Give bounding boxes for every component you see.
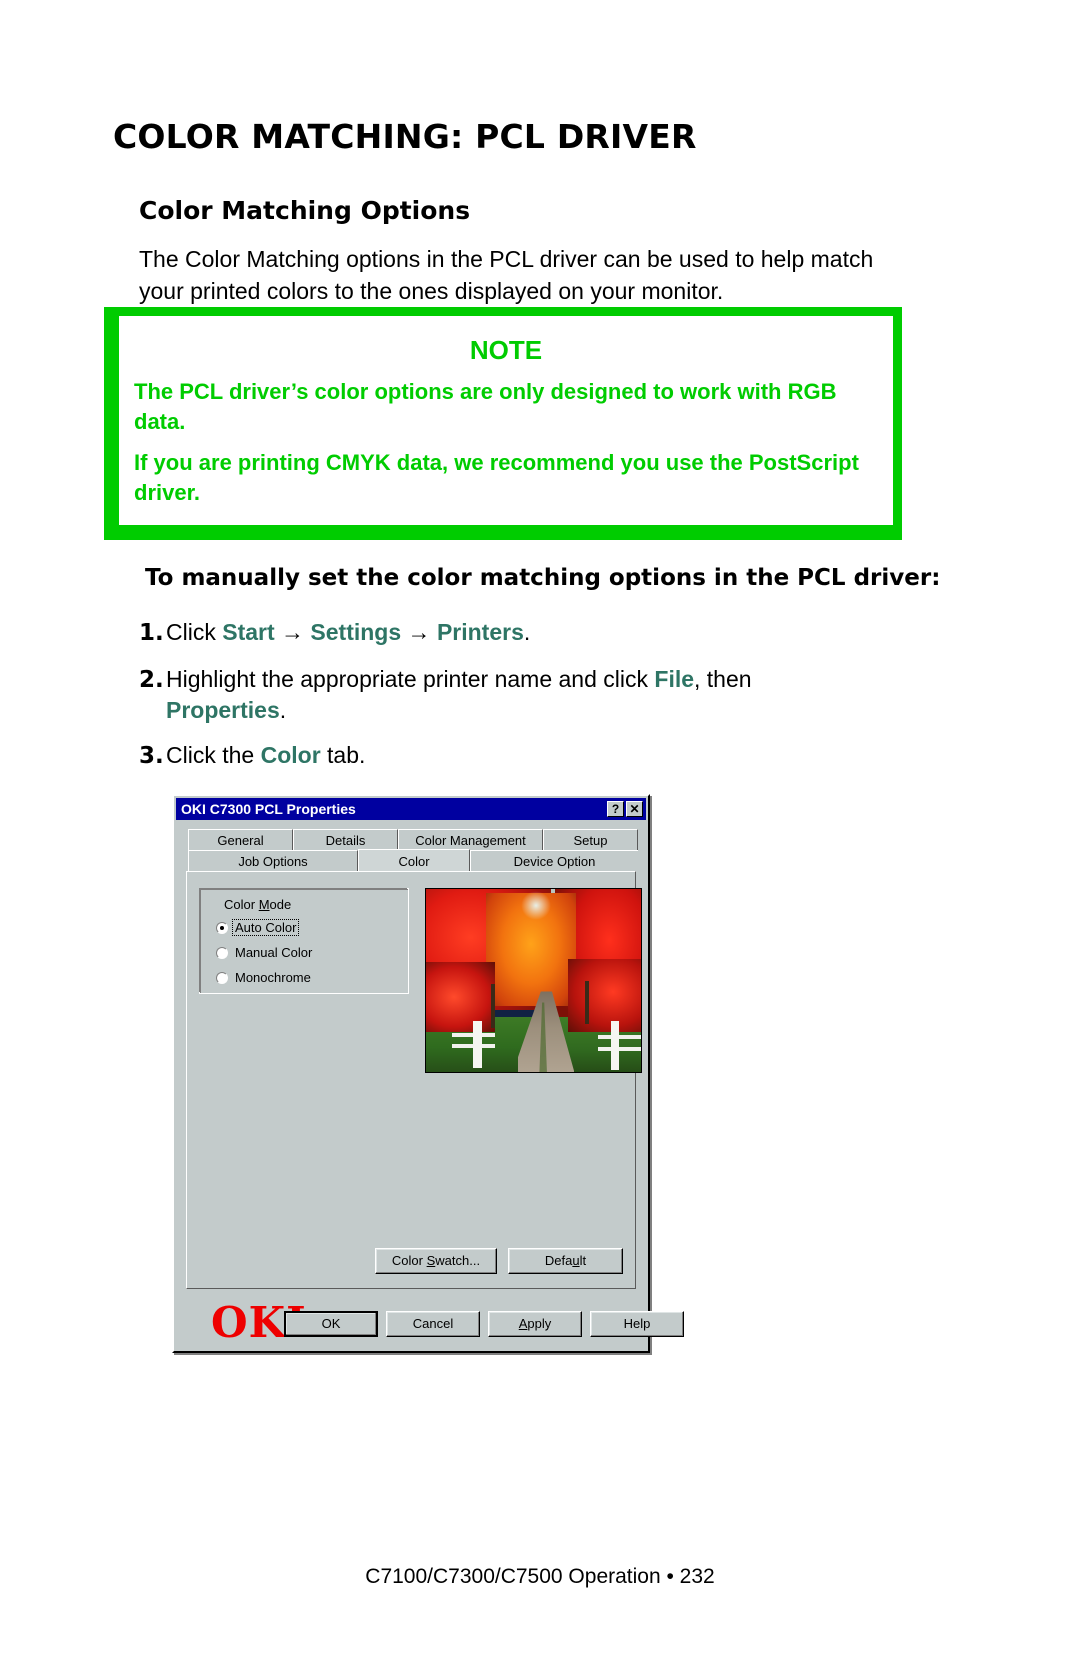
emphasized-term: Settings (310, 619, 402, 645)
step-text: Click the Color tab. (166, 742, 366, 768)
tab-device-option[interactable]: Device Option (470, 850, 638, 872)
tab-details[interactable]: Details (293, 829, 398, 851)
help-icon[interactable]: ? (607, 801, 624, 817)
btn-label-key: u (572, 1253, 580, 1268)
radio-monochrome-label: Monochrome (235, 970, 311, 985)
step-number: 3. (139, 743, 164, 769)
dialog-button-bar: OK Cancel Apply Help (174, 1311, 684, 1337)
default-button[interactable]: Default (508, 1248, 623, 1274)
emphasized-term: Properties (166, 697, 280, 723)
sky-gap (520, 890, 551, 921)
btn-label-post: pply (527, 1316, 552, 1331)
color-mode-label-post: ode (269, 897, 292, 912)
radio-dot-icon (216, 971, 228, 984)
left-fence-post (473, 1020, 482, 1069)
step-text: Click Start → Settings → Printers. (166, 619, 531, 645)
tab-color[interactable]: Color (358, 849, 470, 873)
step-number: 1. (139, 620, 164, 646)
left-shrub (426, 962, 495, 1032)
title-bar-buttons: ? ✕ (607, 801, 643, 817)
procedure-step-1: 1.Click Start → Settings → Printers. (139, 617, 899, 649)
right-fence-post (610, 1020, 620, 1071)
tab-color-management[interactable]: Color Management (398, 829, 543, 851)
tab-row-secondary: Job Options Color Device Option (188, 849, 638, 873)
left-tree-trunk (490, 984, 495, 1029)
tab-setup[interactable]: Setup (543, 829, 638, 851)
btn-label-pre: Defa (544, 1253, 573, 1268)
radio-auto-color[interactable]: Auto Color (216, 919, 300, 936)
color-mode-label-key: M (258, 897, 270, 912)
procedure-step-2: 2.Highlight the appropriate printer name… (139, 664, 899, 726)
emphasized-term: File (654, 666, 695, 692)
note-paragraph-2: If you are printing CMYK data, we recomm… (134, 450, 859, 505)
dialog-title: OKI C7300 PCL Properties (181, 801, 356, 817)
procedure-step-3: 3.Click the Color tab. (139, 740, 899, 772)
color-preview-image (425, 888, 642, 1073)
color-mode-groupbox: Color Mode Auto Color Manual Color Monoc… (199, 888, 409, 994)
document-page: COLOR MATCHING: PCL DRIVER Color Matchin… (0, 0, 1080, 1669)
note-paragraph-1: The PCL driver’s color options are only … (134, 379, 837, 434)
help-button[interactable]: Help (590, 1311, 684, 1337)
tab-general[interactable]: General (188, 829, 293, 851)
intro-paragraph: The Color Matching options in the PCL dr… (139, 246, 874, 304)
emphasized-term: Start (222, 619, 275, 645)
btn-label-pre: Help (623, 1316, 651, 1331)
radio-dot-icon (216, 921, 228, 934)
emphasized-term: Color (260, 742, 321, 768)
tab-row-primary: General Details Color Management Setup (188, 829, 638, 851)
radio-auto-color-label: Auto Color (231, 919, 300, 936)
right-white-fence (598, 1028, 641, 1065)
cancel-button[interactable]: Cancel (386, 1311, 480, 1337)
note-title: NOTE (469, 335, 543, 365)
dialog-title-bar: OKI C7300 PCL Properties ? ✕ (176, 798, 646, 820)
right-tree-trunk (585, 980, 590, 1025)
page-footer: C7100/C7300/C7500 Operation • 232 (365, 1565, 715, 1588)
btn-label-post: watch... (435, 1253, 481, 1268)
close-icon[interactable]: ✕ (626, 801, 643, 817)
btn-label-pre: OK (321, 1316, 341, 1331)
procedure-heading: To manually set the color matching optio… (145, 565, 941, 591)
color-swatch-button[interactable]: Color Swatch... (375, 1248, 497, 1274)
btn-label-key: S (426, 1253, 436, 1268)
btn-label-pre: Cancel (412, 1316, 454, 1331)
right-shrub (567, 958, 641, 1032)
emphasized-term: Printers (436, 619, 524, 645)
step-text: Highlight the appropriate printer name a… (166, 666, 752, 723)
page-title: COLOR MATCHING: PCL DRIVER (113, 117, 697, 157)
radio-manual-color-label: Manual Color (235, 945, 313, 960)
radio-monochrome[interactable]: Monochrome (216, 970, 313, 985)
note-callout-inner: NOTE The PCL driver’s color options are … (118, 315, 894, 526)
radio-manual-color[interactable]: Manual Color (216, 945, 314, 960)
ok-button[interactable]: OK (284, 1311, 378, 1337)
autumn-foliage-photo (426, 889, 641, 1072)
color-tab-panel: Color Mode Auto Color Manual Color Monoc… (186, 871, 642, 1344)
section-heading: Color Matching Options (139, 195, 471, 225)
tab-job-options[interactable]: Job Options (188, 850, 358, 872)
radio-dot-icon (216, 946, 228, 959)
panel-button-bar: Color Swatch... Default (187, 1248, 623, 1274)
apply-button[interactable]: Apply (488, 1311, 582, 1337)
note-callout: NOTE The PCL driver’s color options are … (104, 307, 902, 540)
step-number: 2. (139, 667, 164, 693)
btn-label-post: lt (579, 1253, 587, 1268)
btn-label-pre: Color (391, 1253, 427, 1268)
printer-properties-dialog: OKI C7300 PCL Properties ? ✕ General Det… (172, 794, 684, 1353)
color-mode-label-pre: Color (224, 897, 259, 912)
color-mode-label: Color Mode (220, 897, 296, 912)
